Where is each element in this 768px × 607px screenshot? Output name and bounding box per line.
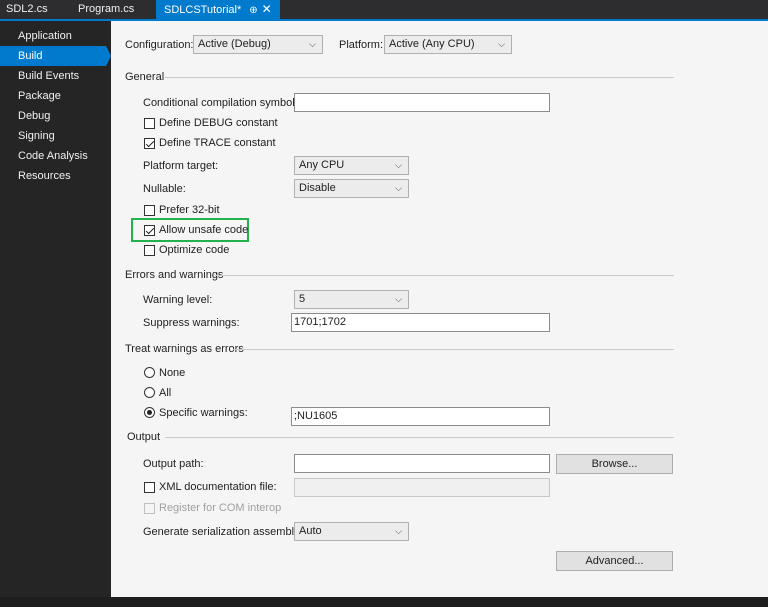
conditional-symbols-input[interactable] — [294, 93, 550, 112]
sidebar-item-application[interactable]: Application — [0, 26, 106, 46]
dropdown-value: Active (Debug) — [198, 38, 271, 50]
platform-dropdown[interactable]: Active (Any CPU) ⌵ — [384, 35, 512, 54]
sidebar-item-code-analysis[interactable]: Code Analysis — [0, 146, 106, 166]
section-divider — [215, 275, 674, 276]
document-tab-bar: SDL2.cs Program.cs SDLCSTutorial* ⊕ ✕ — [0, 0, 768, 21]
output-path-input[interactable] — [294, 454, 550, 473]
nullable-label: Nullable: — [143, 183, 186, 195]
allow-unsafe-code-checkbox[interactable] — [144, 225, 155, 236]
sidebar-item-label: Signing — [18, 130, 55, 142]
radio-all-label: All — [159, 387, 172, 399]
dropdown-value: 5 — [299, 293, 306, 305]
pin-icon[interactable]: ⊕ — [249, 5, 257, 16]
sidebar-item-build[interactable]: Build — [0, 46, 111, 66]
tab-program-cs[interactable]: Program.cs — [78, 0, 134, 19]
platform-label: Platform: — [339, 39, 384, 51]
tab-label: SDL2.cs — [6, 3, 48, 15]
section-divider — [233, 349, 674, 350]
dropdown-value: Active (Any CPU) — [389, 38, 475, 50]
define-debug-checkbox[interactable] — [144, 118, 155, 129]
advanced-button[interactable]: Advanced... — [556, 551, 673, 571]
chevron-down-icon: ⌵ — [395, 294, 402, 304]
nullable-dropdown[interactable]: Disable ⌵ — [294, 179, 409, 198]
xml-documentation-label: XML documentation file: — [159, 481, 277, 493]
sidebar-item-debug[interactable]: Debug — [0, 106, 106, 126]
dropdown-value: Any CPU — [299, 159, 345, 171]
section-treat-warnings-title: Treat warnings as errors — [125, 343, 244, 355]
suppress-warnings-input[interactable]: 1701;1702 — [291, 313, 550, 332]
configuration-label: Configuration: — [125, 39, 194, 51]
define-debug-label: Define DEBUG constant — [159, 117, 278, 129]
chevron-down-icon: ⌵ — [309, 39, 316, 49]
suppress-warnings-label: Suppress warnings: — [143, 317, 240, 329]
section-general-title: General — [125, 71, 165, 83]
browse-button[interactable]: Browse... — [556, 454, 673, 474]
sidebar-item-signing[interactable]: Signing — [0, 126, 106, 146]
chevron-down-icon: ⌵ — [395, 160, 402, 170]
prefer-32-bit-label: Prefer 32-bit — [159, 204, 220, 216]
sidebar-item-label: Build — [18, 50, 43, 62]
platform-target-dropdown[interactable]: Any CPU ⌵ — [294, 156, 409, 175]
xml-documentation-checkbox[interactable] — [144, 482, 155, 493]
section-divider — [165, 77, 674, 78]
tab-sdlcstutorial[interactable]: SDLCSTutorial* ⊕ ✕ — [156, 0, 280, 19]
conditional-symbols-label: Conditional compilation symbols: — [143, 97, 304, 109]
warning-level-dropdown[interactable]: 5 ⌵ — [294, 290, 409, 309]
register-com-interop-label: Register for COM interop — [159, 502, 282, 514]
project-properties-sidebar: Application Build Build Events Package D… — [0, 21, 111, 597]
allow-unsafe-code-label: Allow unsafe code — [159, 224, 249, 236]
sidebar-item-label: Resources — [18, 170, 71, 182]
chevron-down-icon: ⌵ — [498, 39, 505, 49]
radio-all[interactable] — [144, 387, 155, 398]
sidebar-item-label: Application — [18, 30, 72, 42]
tab-label: SDLCSTutorial* — [164, 4, 242, 16]
status-bar — [0, 597, 768, 607]
radio-none-label: None — [159, 367, 186, 379]
sidebar-item-label: Package — [18, 90, 61, 102]
serialization-assembly-dropdown[interactable]: Auto ⌵ — [294, 522, 409, 541]
chevron-down-icon: ⌵ — [395, 526, 402, 536]
sidebar-item-resources[interactable]: Resources — [0, 166, 106, 186]
tab-label: Program.cs — [78, 3, 135, 15]
optimize-code-checkbox[interactable] — [144, 245, 155, 256]
dropdown-value: Disable — [299, 182, 336, 194]
sidebar-item-label: Build Events — [18, 70, 80, 82]
register-com-interop-checkbox[interactable] — [144, 503, 155, 514]
serialization-assembly-label: Generate serialization assembly: — [143, 526, 303, 538]
radio-specific-label: Specific warnings: — [159, 407, 248, 419]
sidebar-item-label: Code Analysis — [18, 150, 88, 162]
radio-none[interactable] — [144, 367, 155, 378]
optimize-code-label: Optimize code — [159, 244, 230, 256]
output-path-label: Output path: — [143, 458, 204, 470]
sidebar-item-build-events[interactable]: Build Events — [0, 66, 106, 86]
define-trace-checkbox[interactable] — [144, 138, 155, 149]
xml-documentation-input[interactable] — [294, 478, 550, 497]
sidebar-item-package[interactable]: Package — [0, 86, 106, 106]
tab-sdl2-cs[interactable]: SDL2.cs — [6, 0, 48, 19]
define-trace-label: Define TRACE constant — [159, 137, 276, 149]
dropdown-value: Auto — [299, 525, 322, 537]
configuration-dropdown[interactable]: Active (Debug) ⌵ — [193, 35, 323, 54]
chevron-down-icon: ⌵ — [395, 183, 402, 193]
close-icon[interactable]: ✕ — [262, 2, 272, 16]
prefer-32-bit-checkbox[interactable] — [144, 205, 155, 216]
specific-warnings-input[interactable]: ;NU1605 — [291, 407, 550, 426]
build-properties-page: Configuration: Active (Debug) ⌵ Platform:… — [111, 21, 768, 597]
radio-specific-warnings[interactable] — [144, 407, 155, 418]
section-errors-title: Errors and warnings — [125, 269, 224, 281]
platform-target-label: Platform target: — [143, 160, 219, 172]
warning-level-label: Warning level: — [143, 294, 213, 306]
section-divider — [165, 437, 674, 438]
section-output-title: Output — [127, 431, 161, 443]
sidebar-item-label: Debug — [18, 110, 51, 122]
